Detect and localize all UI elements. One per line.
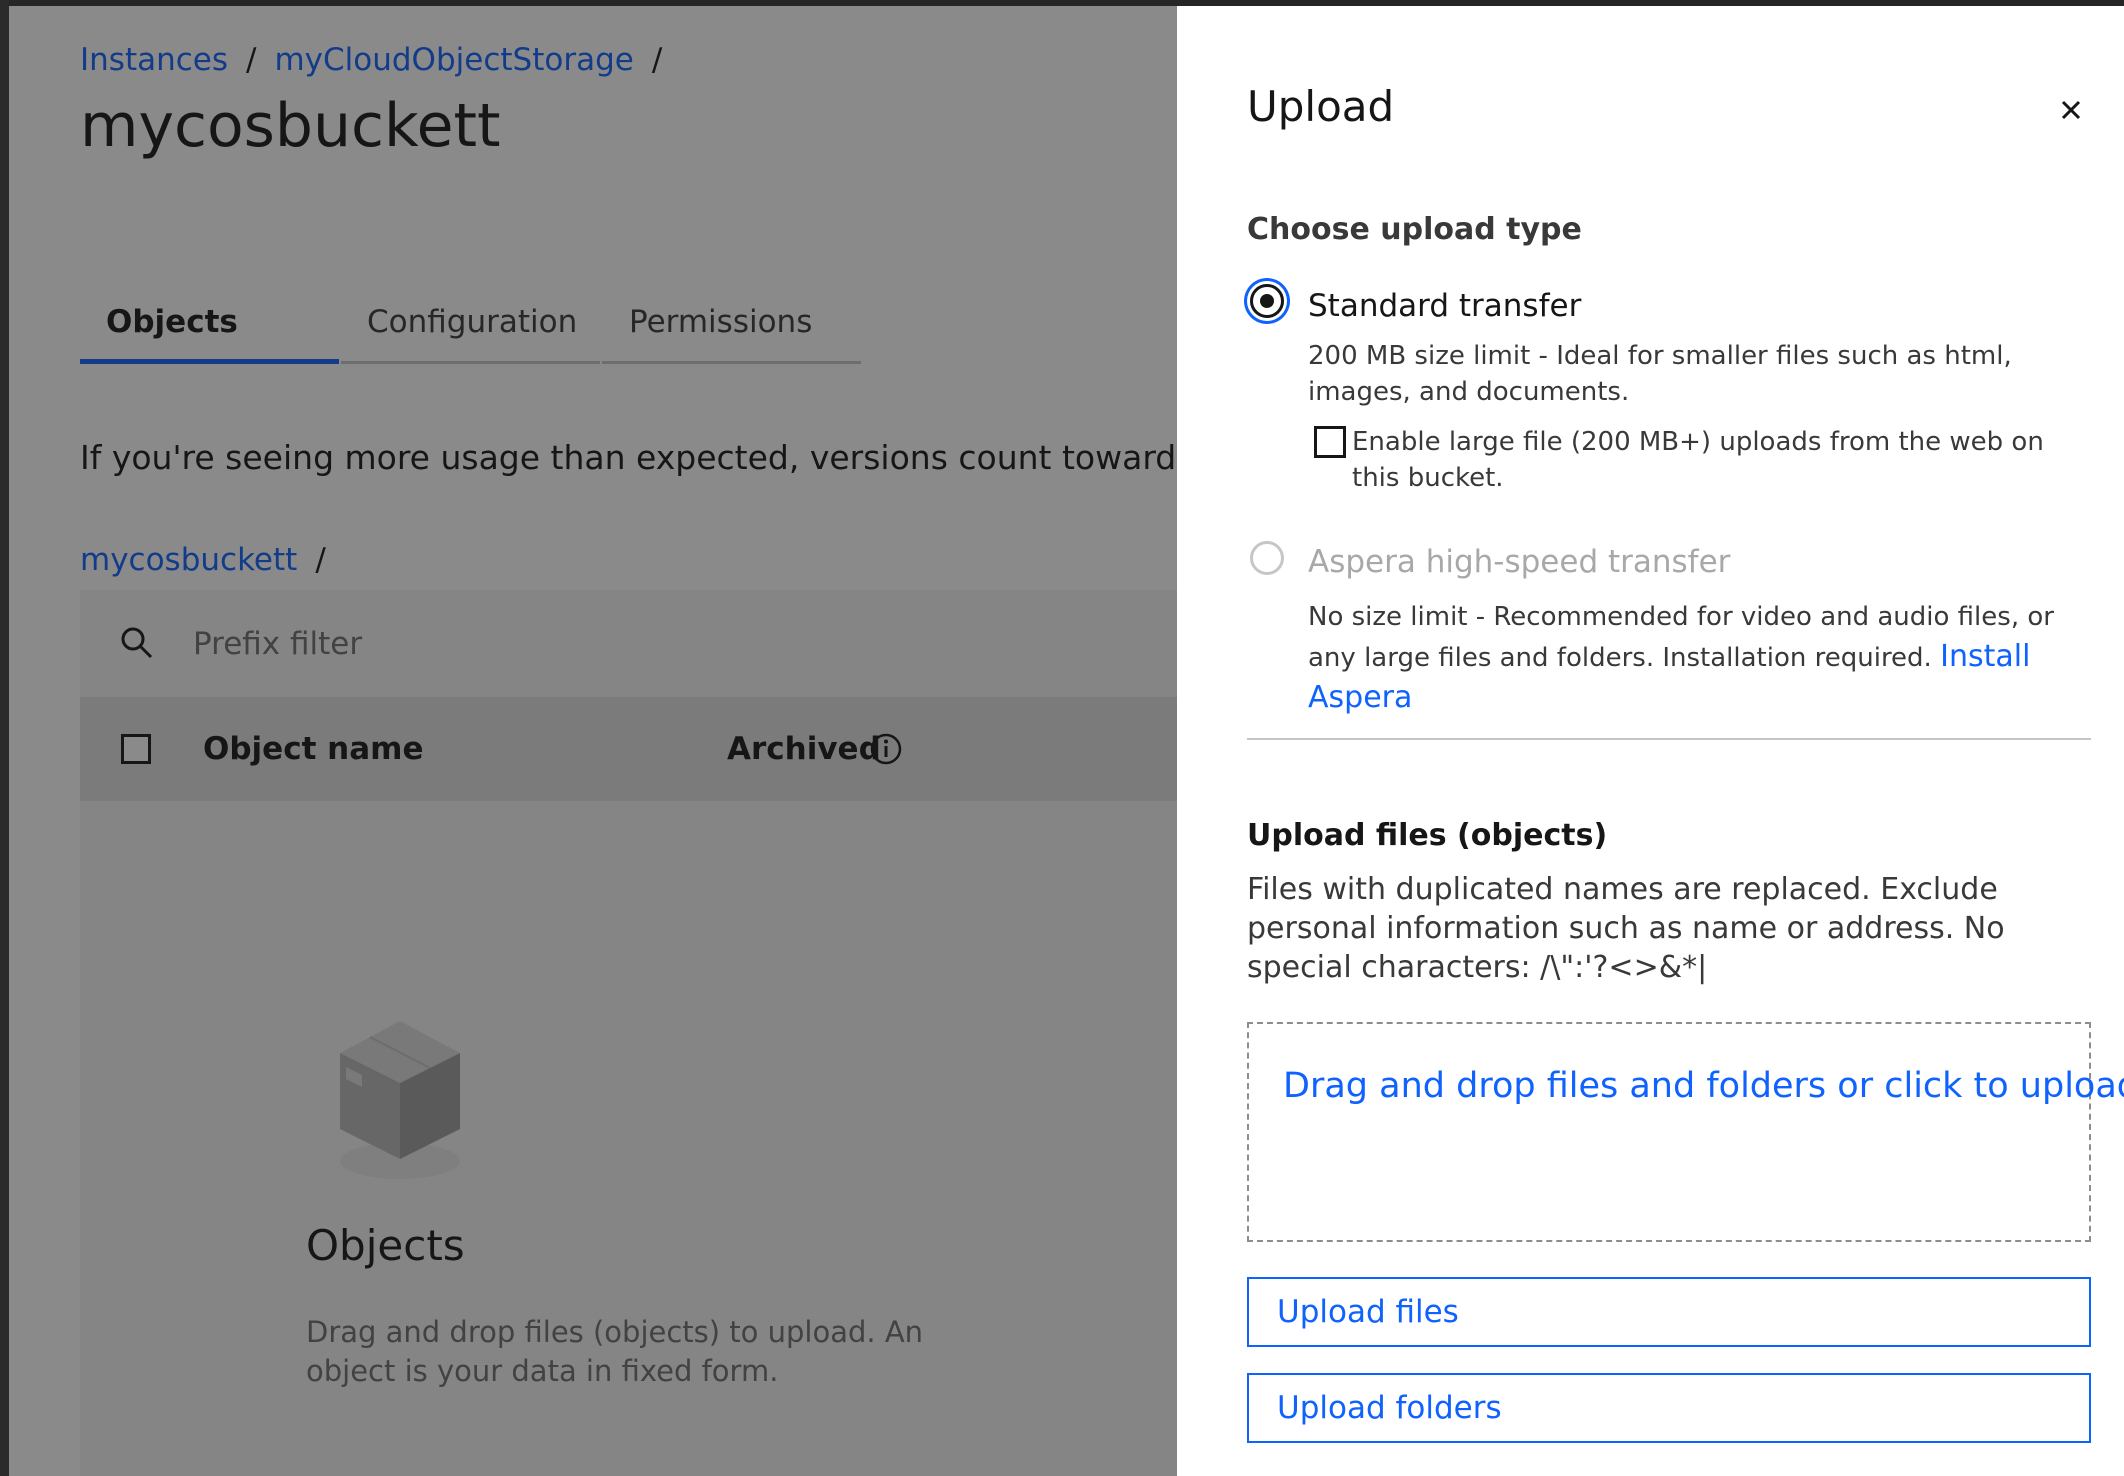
file-dropzone[interactable]: Drag and drop files and folders or click… <box>1247 1022 2124 1242</box>
tab-list: Objects Configuration Permissions <box>80 296 1149 364</box>
breadcrumb-separator: / <box>246 42 257 78</box>
bucket-breadcrumb-link[interactable]: mycosbuckett <box>80 542 297 578</box>
page-title: mycosbuckett <box>80 91 501 161</box>
tab-configuration[interactable]: Configuration <box>341 296 600 364</box>
window-top-edge <box>0 0 2124 6</box>
objects-table-body: Objects Drag and drop files (objects) to… <box>80 801 1177 1476</box>
bucket-page: Instances / myCloudObjectStorage / mycosbuc… <box>9 6 1177 1476</box>
upload-type-heading: Choose upload type <box>1247 212 1582 247</box>
breadcrumb-separator: / <box>651 42 663 78</box>
standard-transfer-helper: 200 MB size limit - Ideal for smaller fi… <box>1308 341 2012 407</box>
standard-transfer-radio[interactable] <box>1250 284 1284 318</box>
info-icon[interactable] <box>869 732 903 766</box>
breadcrumb-storage-link[interactable]: myCloudObjectStorage <box>274 42 633 78</box>
standard-transfer-label[interactable]: Standard transfer <box>1308 288 1581 324</box>
column-object-name[interactable]: Object name <box>203 731 424 767</box>
dropzone-text[interactable]: Drag and drop files and folders or click… <box>1283 1066 2124 1106</box>
aspera-helper: No size limit - Recommended for video an… <box>1308 598 2098 719</box>
window-left-edge <box>0 0 9 1476</box>
tab-permissions[interactable]: Permissions <box>602 296 861 364</box>
breadcrumb-instances-link[interactable]: Instances <box>80 42 228 78</box>
column-archived[interactable]: Archived <box>727 731 881 767</box>
upload-panel: Upload Choose upload type Standard trans… <box>1177 6 2124 1476</box>
large-file-checkbox[interactable] <box>1314 426 1346 458</box>
prefix-filter-bar <box>80 590 1177 697</box>
close-icon[interactable] <box>2053 92 2089 128</box>
upload-files-button[interactable]: Upload files <box>1247 1277 2091 1347</box>
select-all-checkbox[interactable] <box>121 734 151 764</box>
box-icon <box>340 1021 460 1179</box>
prefix-filter-input[interactable] <box>191 618 1095 670</box>
usage-notice: If you're seeing more usage than expecte… <box>80 438 1177 477</box>
upload-files-heading: Upload files (objects) <box>1247 818 1608 853</box>
aspera-transfer-label[interactable]: Aspera high-speed transfer <box>1308 544 1730 580</box>
tab-objects[interactable]: Objects <box>80 296 339 364</box>
breadcrumb: Instances / myCloudObjectStorage / <box>80 42 680 78</box>
large-file-label[interactable]: Enable large file (200 MB+) uploads from… <box>1352 424 2092 496</box>
upload-description: Files with duplicated names are replaced… <box>1247 872 2005 985</box>
panel-title: Upload <box>1247 82 1395 131</box>
search-icon <box>121 627 153 659</box>
aspera-transfer-radio[interactable] <box>1250 541 1284 575</box>
breadcrumb-separator: / <box>315 542 326 578</box>
empty-state-text: Drag and drop files (objects) to upload.… <box>306 1315 924 1388</box>
bucket-breadcrumb: mycosbuckett / <box>80 542 326 578</box>
objects-table-header: Object name Archived <box>80 697 1177 801</box>
empty-state-title: Objects <box>306 1221 465 1270</box>
upload-folders-button[interactable]: Upload folders <box>1247 1373 2091 1443</box>
section-divider <box>1247 738 2091 740</box>
